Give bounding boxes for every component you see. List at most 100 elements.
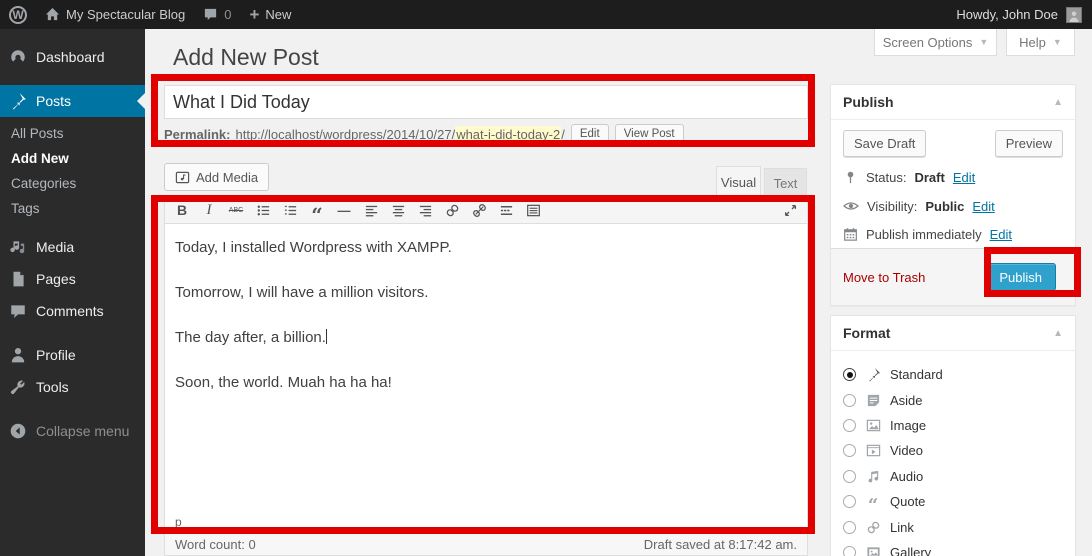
radio-standard[interactable] bbox=[843, 368, 856, 381]
account-menu[interactable]: Howdy, John Doe bbox=[956, 7, 1092, 23]
horizontal-rule-icon: — bbox=[338, 203, 351, 218]
status-row: Status: Draft Edit bbox=[843, 170, 1063, 185]
format-option-audio: Audio bbox=[843, 464, 1063, 489]
comments-icon bbox=[9, 302, 27, 320]
schedule-row: Publish immediately Edit bbox=[843, 227, 1063, 242]
chevron-down-icon: ▼ bbox=[1053, 37, 1062, 47]
sidebar-item-all-posts[interactable]: All Posts bbox=[0, 121, 145, 146]
sidebar-item-categories[interactable]: Categories bbox=[0, 171, 145, 196]
page-title: Add New Post bbox=[173, 44, 319, 71]
format-audio-icon bbox=[865, 468, 881, 484]
add-media-button[interactable]: Add Media bbox=[164, 163, 269, 191]
site-name-menu[interactable]: My Spectacular Blog bbox=[36, 0, 194, 29]
sidebar-item-profile[interactable]: Profile bbox=[0, 339, 145, 371]
more-tag-button[interactable] bbox=[493, 198, 519, 222]
editor-content[interactable]: Today, I installed Wordpress with XAMPP.… bbox=[165, 224, 807, 512]
align-left-button[interactable] bbox=[358, 198, 384, 222]
save-draft-button[interactable]: Save Draft bbox=[843, 130, 926, 157]
dashboard-icon bbox=[9, 48, 27, 66]
permalink-row: Permalink: http://localhost/wordpress/20… bbox=[164, 122, 684, 146]
bulleted-list-button[interactable] bbox=[250, 198, 276, 222]
sidebar-label-tools: Tools bbox=[36, 379, 69, 395]
bold-button[interactable]: B bbox=[169, 198, 195, 222]
publish-button[interactable]: Publish bbox=[985, 263, 1056, 291]
format-label[interactable]: Gallery bbox=[890, 545, 931, 556]
permalink-slug[interactable]: what-i-did-today-2 bbox=[455, 126, 561, 143]
numbered-list-button[interactable] bbox=[277, 198, 303, 222]
blockquote-icon: “ bbox=[311, 211, 323, 219]
blockquote-button[interactable]: “ bbox=[304, 198, 330, 222]
sidebar-item-media[interactable]: Media bbox=[0, 231, 145, 263]
radio-image[interactable] bbox=[843, 419, 856, 432]
sidebar-separator bbox=[0, 327, 145, 339]
new-label: New bbox=[265, 7, 291, 22]
sidebar-item-tools[interactable]: Tools bbox=[0, 371, 145, 403]
edit-status-link[interactable]: Edit bbox=[953, 170, 975, 185]
radio-audio[interactable] bbox=[843, 470, 856, 483]
visibility-value: Public bbox=[925, 199, 964, 214]
format-label[interactable]: Video bbox=[890, 443, 923, 458]
admin-bar: W My Spectacular Blog 0 + New Howdy, Joh… bbox=[0, 0, 1092, 29]
comments-count: 0 bbox=[224, 7, 231, 22]
sidebar-item-tags[interactable]: Tags bbox=[0, 196, 145, 221]
view-post-button[interactable]: View Post bbox=[615, 124, 684, 144]
screen-options-tab[interactable]: Screen Options ▼ bbox=[874, 29, 997, 56]
sidebar-item-comments[interactable]: Comments bbox=[0, 295, 145, 327]
sidebar-item-collapse-menu[interactable]: Collapse menu bbox=[0, 415, 145, 447]
align-right-button[interactable] bbox=[412, 198, 438, 222]
sidebar-item-dashboard[interactable]: Dashboard bbox=[0, 41, 145, 73]
comments-menu[interactable]: 0 bbox=[194, 0, 240, 29]
tab-visual[interactable]: Visual bbox=[716, 166, 761, 197]
format-label[interactable]: Link bbox=[890, 520, 914, 535]
italic-button[interactable]: I bbox=[196, 198, 222, 222]
format-box-title: Format bbox=[843, 325, 890, 341]
admin-sidebar: Dashboard Posts All Posts Add New Catego… bbox=[0, 29, 145, 556]
sidebar-label-profile: Profile bbox=[36, 347, 76, 363]
collapse-toggle-icon[interactable]: ▲ bbox=[1053, 328, 1063, 339]
element-path-label[interactable]: p bbox=[175, 515, 182, 529]
visibility-row: Visibility: Public Edit bbox=[843, 198, 1063, 214]
remove-link-button[interactable] bbox=[466, 198, 492, 222]
post-title-input[interactable] bbox=[164, 85, 808, 119]
visual-tab-label: Visual bbox=[721, 175, 756, 190]
format-box-header[interactable]: Format ▲ bbox=[831, 316, 1075, 351]
radio-gallery[interactable] bbox=[843, 546, 856, 556]
move-to-trash-link[interactable]: Move to Trash bbox=[843, 270, 925, 285]
strikethrough-button[interactable]: ABC bbox=[223, 198, 249, 222]
toolbar-toggle-button[interactable] bbox=[520, 198, 546, 222]
align-center-button[interactable] bbox=[385, 198, 411, 222]
status-label: Status: bbox=[866, 170, 906, 185]
help-tab[interactable]: Help ▼ bbox=[1006, 29, 1075, 56]
sidebar-label-dashboard: Dashboard bbox=[36, 49, 105, 65]
format-label[interactable]: Audio bbox=[890, 469, 923, 484]
edit-permalink-button[interactable]: Edit bbox=[571, 124, 609, 144]
radio-quote[interactable] bbox=[843, 495, 856, 508]
tab-text[interactable]: Text bbox=[764, 168, 807, 197]
new-content-menu[interactable]: + New bbox=[240, 0, 300, 29]
radio-video[interactable] bbox=[843, 444, 856, 457]
format-label[interactable]: Aside bbox=[890, 393, 923, 408]
format-label[interactable]: Quote bbox=[890, 494, 925, 509]
edit-visibility-link[interactable]: Edit bbox=[972, 199, 994, 214]
edit-schedule-link[interactable]: Edit bbox=[990, 227, 1012, 242]
radio-link[interactable] bbox=[843, 521, 856, 534]
collapse-toggle-icon[interactable]: ▲ bbox=[1053, 97, 1063, 108]
distraction-free-button[interactable] bbox=[777, 198, 803, 222]
format-label[interactable]: Image bbox=[890, 418, 926, 433]
publish-box-header[interactable]: Publish ▲ bbox=[831, 85, 1075, 120]
editor-paragraph: The day after, a billion. bbox=[175, 328, 797, 348]
insert-link-button[interactable] bbox=[439, 198, 465, 222]
radio-aside[interactable] bbox=[843, 394, 856, 407]
screen-options-label: Screen Options bbox=[883, 35, 973, 50]
preview-button[interactable]: Preview bbox=[995, 130, 1063, 157]
wordpress-logo-menu[interactable]: W bbox=[0, 0, 36, 29]
sidebar-item-add-new[interactable]: Add New bbox=[0, 146, 145, 171]
sidebar-item-posts[interactable]: Posts bbox=[0, 85, 145, 117]
sidebar-item-pages[interactable]: Pages bbox=[0, 263, 145, 295]
editor-paragraph: Soon, the world. Muah ha ha ha! bbox=[175, 373, 797, 393]
plus-icon: + bbox=[249, 6, 259, 23]
unlink-icon bbox=[472, 203, 487, 218]
horizontal-rule-button[interactable]: — bbox=[331, 198, 357, 222]
format-label[interactable]: Standard bbox=[890, 367, 943, 382]
profile-icon bbox=[9, 346, 27, 364]
